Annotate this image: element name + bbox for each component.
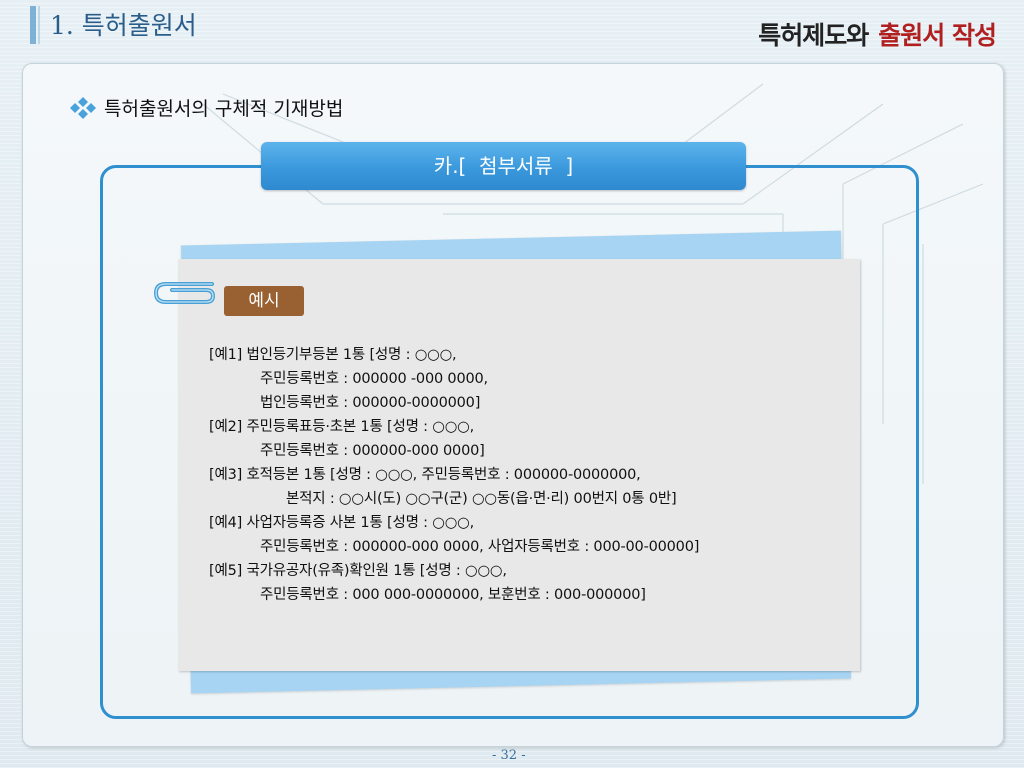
brand-title-part2: 출원서 작성	[878, 21, 997, 50]
subheading: 특허출원서의 구체적 기재방법	[70, 94, 343, 121]
example-line: 주민등록번호 : 000000 -000 0000,	[260, 371, 488, 387]
title-accent-bar	[30, 6, 36, 44]
title-accent-bar-thin	[38, 6, 40, 44]
subheading-text: 특허출원서의 구체적 기재방법	[104, 98, 344, 120]
example-line: [예3] 호적등본 1통 [성명 : ○○○, 주민등록번호 : 000000-…	[209, 467, 641, 483]
brand-title-part1: 특허제도와	[758, 21, 869, 50]
diamond-cluster-icon	[70, 96, 96, 119]
paperclip-icon	[153, 282, 216, 304]
section-title-tab: 카.[ 첨부서류 ]	[261, 142, 746, 190]
slide-title: 1. 특허출원서	[50, 11, 197, 40]
example-line: [예1] 법인등기부등본 1통 [성명 : ○○○,	[209, 347, 457, 363]
example-line: 법인등록번호 : 000000-0000000]	[260, 395, 481, 411]
example-line: [예2] 주민등록표등·초본 1통 [성명 : ○○○,	[209, 419, 475, 435]
example-line: [예5] 국가유공자(유족)확인원 1통 [성명 : ○○○,	[209, 563, 507, 579]
example-badge: 예시	[224, 286, 304, 316]
example-line: 본적지 : ○○시(도) ○○구(군) ○○동(읍·면·리) 00번지 0통 0…	[286, 491, 677, 507]
brand-title: 특허제도와 출원서 작성	[758, 16, 997, 52]
example-line: [예4] 사업자등록증 사본 1통 [성명 : ○○○,	[209, 515, 475, 531]
example-line: 주민등록번호 : 000 000-0000000, 보훈번호 : 000-000…	[260, 587, 646, 603]
page-number: - 32 -	[492, 748, 526, 763]
example-line: 주민등록번호 : 000000-000 0000]	[260, 443, 485, 459]
example-line: 주민등록번호 : 000000-000 0000, 사업자등록번호 : 000-…	[260, 539, 700, 555]
